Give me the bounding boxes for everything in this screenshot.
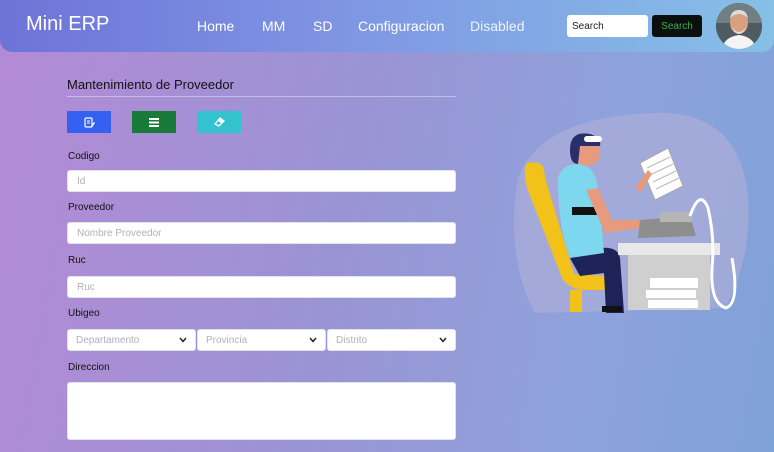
- ubigeo-label: Ubigeo: [68, 308, 100, 319]
- departamento-value: Departamento: [76, 334, 140, 346]
- direccion-label: Direccion: [68, 362, 110, 373]
- new-button[interactable]: [67, 111, 111, 133]
- top-navbar: Mini ERP Home MM SD Configuracion Disabl…: [0, 0, 774, 52]
- list-button[interactable]: [132, 111, 176, 133]
- ruc-label: Ruc: [68, 255, 86, 266]
- document-edit-icon: [83, 116, 95, 128]
- search-button[interactable]: Search: [652, 15, 702, 37]
- nav-link-home[interactable]: Home: [197, 18, 234, 34]
- page-title: Mantenimiento de Proveedor: [67, 77, 234, 92]
- ruc-field[interactable]: [67, 276, 456, 298]
- eraser-icon: [213, 117, 225, 127]
- list-icon: [149, 117, 159, 127]
- direccion-field[interactable]: [67, 382, 456, 440]
- chevron-down-icon: [309, 337, 317, 343]
- provincia-select[interactable]: Provincia: [197, 329, 326, 351]
- nav-link-sd[interactable]: SD: [313, 18, 332, 34]
- proveedor-field[interactable]: [67, 222, 456, 244]
- codigo-label: Codigo: [68, 151, 100, 162]
- title-divider: [67, 96, 456, 97]
- clear-button[interactable]: [197, 111, 241, 133]
- proveedor-label: Proveedor: [68, 202, 115, 213]
- person-typing-illustration: [514, 112, 749, 313]
- chevron-down-icon: [179, 337, 187, 343]
- nav-link-mm[interactable]: MM: [262, 18, 285, 34]
- avatar[interactable]: [716, 3, 762, 49]
- nav-link-disabled: Disabled: [470, 18, 525, 34]
- chevron-down-icon: [439, 337, 447, 343]
- distrito-select[interactable]: Distrito: [327, 329, 456, 351]
- departamento-select[interactable]: Departamento: [67, 329, 196, 351]
- distrito-value: Distrito: [336, 334, 368, 346]
- search-input[interactable]: [567, 15, 648, 37]
- brand-logo[interactable]: Mini ERP: [26, 13, 109, 36]
- codigo-field[interactable]: [67, 170, 456, 192]
- nav-link-configuracion[interactable]: Configuracion: [358, 18, 444, 34]
- provincia-value: Provincia: [206, 334, 248, 346]
